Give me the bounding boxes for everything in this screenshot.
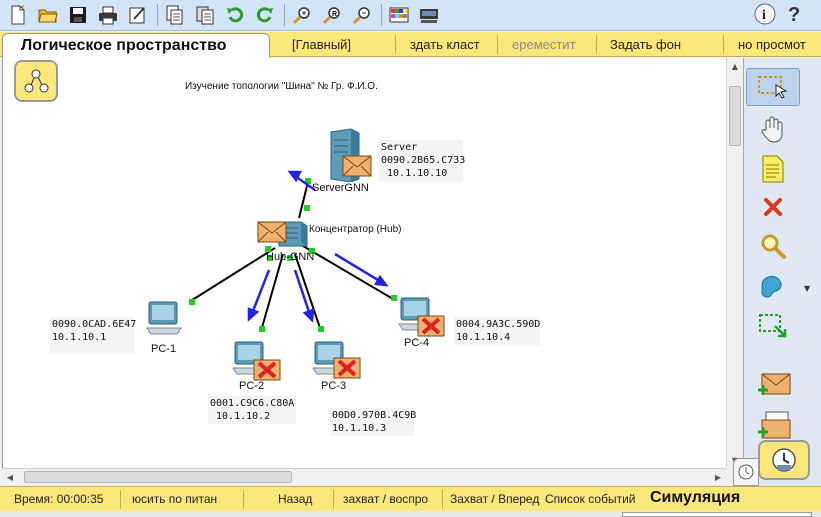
pc2-name-label: PC-2: [239, 380, 265, 392]
workspace-canvas[interactable]: Изучение топологии "Шина" № Гр. Ф.И.О. S…: [2, 58, 726, 468]
toolbar-separator: [284, 4, 285, 26]
new-cluster-button[interactable]: здать класт: [410, 37, 480, 52]
undo-icon[interactable]: [223, 3, 247, 27]
vertical-scroll-thumb[interactable]: [729, 86, 741, 146]
link-hub-pc3: [294, 253, 322, 332]
custom-device-icon[interactable]: [417, 3, 441, 27]
scroll-up-icon[interactable]: ▲: [727, 58, 743, 74]
server-name-label: ServerGNN: [312, 182, 369, 194]
save-icon[interactable]: [66, 3, 90, 27]
viewport-button[interactable]: но просмот: [738, 37, 806, 52]
topology-title-note: Изучение топологии "Шина" № Гр. Ф.И.О.: [185, 81, 378, 92]
pc-icon: [146, 301, 182, 335]
link-hub-pc2: [260, 253, 284, 332]
power-cycle-button[interactable]: юсить по питан: [132, 492, 217, 506]
print-icon[interactable]: [96, 3, 120, 27]
svg-text:i: i: [762, 8, 766, 23]
simulation-mode-icon[interactable]: [758, 440, 810, 480]
copy-icon[interactable]: [163, 3, 187, 27]
scroll-right-icon[interactable]: ▶: [710, 469, 726, 485]
bar-separator: [120, 490, 121, 509]
bottom-panel-frame: [622, 512, 812, 517]
simulation-mode-tab[interactable]: Симуляция: [646, 487, 811, 512]
bar-separator: [333, 490, 334, 509]
redo-icon[interactable]: [253, 3, 277, 27]
realtime-mode-icon[interactable]: [733, 458, 759, 486]
main-toolbar: R i ?: [0, 0, 821, 31]
packet-tracer-window: R i ? Логическое пространство [Главный] …: [0, 0, 821, 517]
server-info-note: Server 0090.2B65.C733 10.1.10.10: [379, 140, 465, 182]
horizontal-scrollbar[interactable]: ◀ ▶: [2, 468, 726, 484]
select-tool-icon[interactable]: [746, 68, 800, 106]
horizontal-scroll-thumb[interactable]: [24, 471, 292, 483]
link-server-hub: [298, 181, 309, 219]
tool-palette: ▼: [743, 58, 821, 486]
place-note-icon[interactable]: [746, 150, 800, 188]
pc4-info-note: 0004.9A3C.590D 10.1.10.4: [454, 317, 541, 345]
draw-shape-icon[interactable]: [746, 268, 800, 306]
svg-text:R: R: [332, 11, 337, 18]
hub-description-label: Концентратор (Hub): [309, 224, 402, 235]
pc2-info-note: 0001.C9C6.C80A 10.1.10.2: [208, 396, 296, 424]
set-background-button[interactable]: Задать фон: [610, 37, 681, 52]
capture-forward-button[interactable]: Захват / Вперед: [450, 492, 539, 506]
paste-icon[interactable]: [193, 3, 217, 27]
workspace-bar: Логическое пространство [Главный] здать …: [0, 32, 821, 63]
bar-separator: [596, 35, 597, 54]
pc3-info-note: 00D0.970B.4C9B 10.1.10.3: [330, 408, 417, 436]
zoom-reset-icon[interactable]: R: [320, 3, 344, 27]
svg-text:?: ?: [788, 4, 800, 25]
bottom-panel-edge: [0, 511, 821, 517]
simulation-status-bar: Время: 00:00:35 юсить по питан Назад зах…: [0, 486, 821, 512]
simulation-time: Время: 00:00:35: [14, 492, 104, 506]
zoom-out-icon[interactable]: [350, 3, 374, 27]
new-file-icon[interactable]: [6, 3, 30, 27]
bar-separator: [497, 35, 498, 54]
topology-drawing: [188, 170, 397, 332]
resize-shape-icon[interactable]: [746, 308, 800, 346]
help-icon[interactable]: ?: [784, 3, 806, 29]
pc3-name-label: PC-3: [321, 380, 347, 392]
link-hub-pc1: [188, 247, 276, 303]
auto-capture-button[interactable]: захват / воспро: [343, 492, 428, 506]
root-button[interactable]: [Главный]: [292, 37, 351, 52]
inspect-icon[interactable]: [746, 228, 800, 266]
delete-icon[interactable]: [746, 188, 800, 226]
link-hub-pc4: [302, 245, 394, 300]
move-object-button[interactable]: ереместит: [512, 37, 576, 52]
event-list-button[interactable]: Список событий: [545, 492, 635, 506]
back-button[interactable]: Назад: [278, 492, 312, 506]
add-simple-pdu-icon[interactable]: [746, 366, 800, 404]
vertical-scrollbar[interactable]: ▲ ▼: [726, 58, 742, 468]
toolbar-separator: [157, 4, 158, 26]
logical-navigation-icon[interactable]: [14, 60, 58, 102]
bar-separator: [723, 35, 724, 54]
toolbar-separator: [381, 4, 382, 26]
open-folder-icon[interactable]: [36, 3, 60, 27]
pc4-name-label: PC-4: [404, 337, 430, 349]
info-icon[interactable]: i: [754, 3, 776, 29]
zoom-in-icon[interactable]: [290, 3, 314, 27]
hub-name-label: Hub-GNN: [266, 251, 315, 263]
palette-icon[interactable]: [387, 3, 411, 27]
pc1-name-label: PC-1: [151, 343, 177, 355]
chevron-down-icon[interactable]: ▼: [804, 284, 810, 293]
bar-separator: [243, 490, 244, 509]
add-complex-pdu-icon[interactable]: [746, 406, 800, 444]
move-hand-icon[interactable]: [746, 110, 800, 148]
pc1-info-note: 0090.0CAD.6E47 10.1.10.1: [50, 317, 136, 353]
bar-separator: [395, 35, 396, 54]
bar-separator: [442, 490, 443, 509]
scroll-left-icon[interactable]: ◀: [2, 469, 18, 485]
activity-wizard-icon[interactable]: [126, 3, 150, 27]
